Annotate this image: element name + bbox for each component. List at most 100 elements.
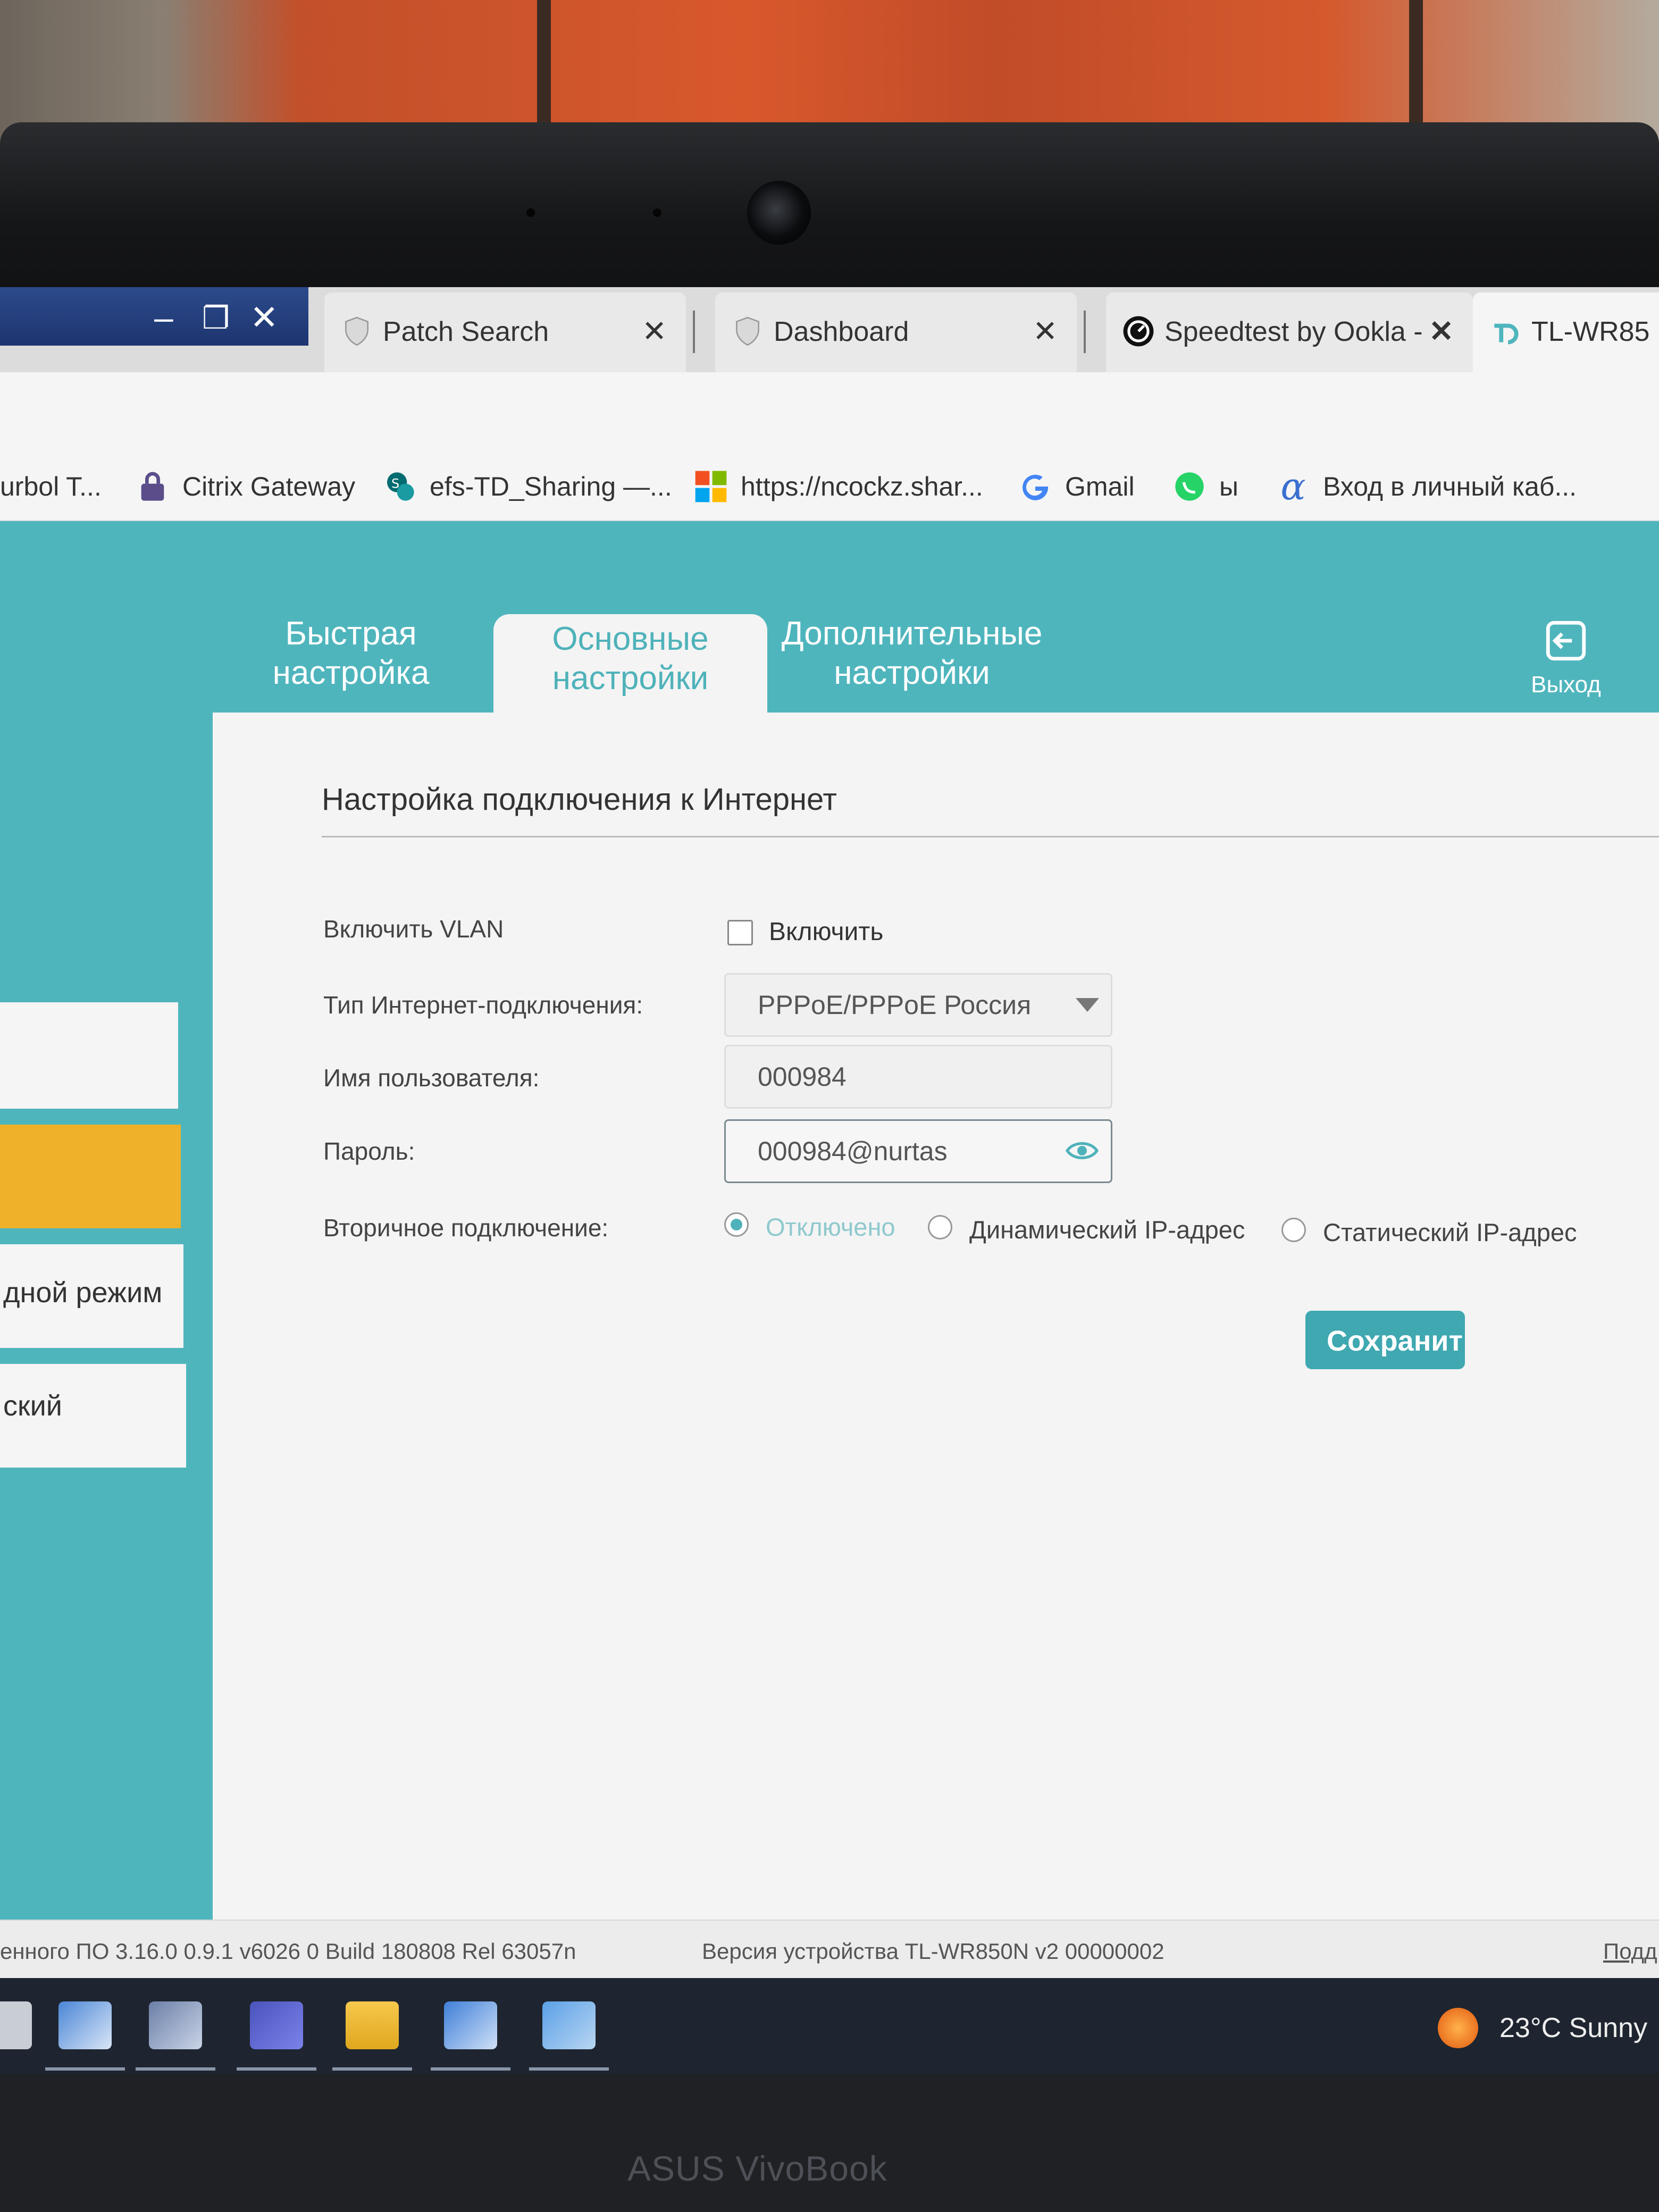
bookmark-whatsapp[interactable]: ы [1172,468,1238,505]
connection-type-select[interactable]: PPPoE/PPPoE Россия [724,973,1112,1037]
tab-basic-settings[interactable]: Основные настройки [493,614,767,713]
browser-tab-strip: – ❐ ✕ Patch Search ✕ Dashboard ✕ Speedte… [0,287,1659,372]
taskbar-active-indicator [529,2067,609,2071]
network-icon[interactable] [444,2001,497,2049]
taskbar-active-indicator [431,2067,510,2071]
sidebar-item-selected[interactable] [0,1125,181,1228]
save-button-label: Сохранит [1327,1325,1463,1357]
save-button[interactable]: Сохранит [1305,1311,1465,1369]
radio-dynamic-ip-label[interactable]: Динамический IP-адрес [969,1215,1245,1244]
taskbar-active-indicator [332,2067,412,2071]
bookmark-citrix[interactable]: Citrix Gateway [136,468,355,505]
whatsapp-icon [1175,472,1204,501]
remote-desktop-icon[interactable] [58,2001,112,2049]
connection-type-value: PPPoE/PPPoE Россия [758,990,1032,1020]
username-label: Имя пользователя: [323,1064,540,1092]
shield-icon [736,316,759,346]
tab-quick-setup[interactable]: Быстрая настройка [255,614,447,693]
tab-dashboard[interactable]: Dashboard ✕ [715,292,1077,372]
vlan-checkbox[interactable] [727,920,753,945]
folder-icon[interactable] [346,2001,399,2049]
bookmark-item[interactable]: urbol T... [0,468,102,505]
tab-title: TL-WR85 [1531,316,1650,347]
minimize-icon[interactable]: – [154,298,173,337]
app-icon[interactable] [149,2001,202,2049]
microsoft-icon [695,471,727,502]
app-icon[interactable] [542,2001,596,2049]
weather-sun-icon [1438,2008,1478,2048]
tab-close-icon[interactable]: ✕ [1429,314,1454,349]
nav-label: настройка [272,655,430,691]
screen: – ❐ ✕ Patch Search ✕ Dashboard ✕ Speedte… [0,287,1659,2074]
bookmark-label: urbol T... [0,472,102,501]
sidebar-item-parental[interactable]: ский [0,1364,186,1468]
tab-patch-search[interactable]: Patch Search ✕ [324,292,686,372]
sidebar-item-label: дной режим [3,1277,163,1309]
chevron-down-icon [1076,998,1099,1012]
radio-dynamic-ip[interactable] [928,1215,952,1239]
bookmark-label: Gmail [1065,472,1135,501]
radio-static-ip-label[interactable]: Статический IP-адрес [1323,1218,1577,1247]
webcam [747,181,811,245]
bookmark-gmail[interactable]: Gmail [1018,468,1135,505]
connection-type-label: Тип Интернет-подключения: [323,991,643,1019]
nav-label: Дополнительные [781,615,1043,652]
window-controls: – ❐ ✕ [0,287,308,346]
bookmarks-bar: urbol T... Citrix Gateway S efs-TD_Shari… [0,452,1659,521]
tab-title: Speedtest by Ookla - [1164,316,1423,347]
password-field[interactable]: 000984@nurtas [724,1119,1112,1183]
weather-readout[interactable]: 23°C Sunny [1499,2012,1647,2044]
shield-icon [345,316,368,346]
radio-disabled[interactable] [724,1212,749,1237]
address-bar-row [0,372,1659,452]
tab-separator [693,311,695,353]
eye-icon[interactable] [1065,1140,1099,1161]
svg-text:S: S [391,476,399,491]
laptop-bezel-bottom [0,2074,1659,2212]
nav-label: Основные [552,621,709,657]
vlan-checkbox-label[interactable]: Включить [769,917,883,946]
lock-icon [141,472,164,501]
secondary-connection-label: Вторичное подключение: [323,1214,609,1242]
password-value: 000984@nurtas [758,1136,948,1166]
alpha-icon: α [1280,465,1306,508]
bookmark-microsoft[interactable]: https://ncockz.shar... [694,468,983,505]
tab-speedtest[interactable]: Speedtest by Ookla - ✕ [1106,292,1473,372]
nav-label: настройки [834,655,990,691]
sidebar-item-operation-mode[interactable]: дной режим [0,1244,183,1348]
tab-advanced-settings[interactable]: Дополнительные настройки [774,614,1050,693]
teams-icon[interactable] [250,2001,303,2049]
tab-close-icon[interactable]: ✕ [642,314,667,349]
tab-title: Dashboard [774,316,909,347]
taskbar-active-indicator [136,2067,215,2071]
firmware-version: енного ПО 3.16.0 0.9.1 v6026 0 Build 180… [0,1939,576,1964]
radio-disabled-label[interactable]: Отключено [766,1212,895,1242]
exit-label: Выход [1531,672,1601,698]
start-icon[interactable] [0,2001,32,2049]
close-icon[interactable]: ✕ [250,298,279,338]
tab-close-icon[interactable]: ✕ [1033,314,1058,349]
tplink-icon [1494,323,1519,345]
device-brand-label: ASUS VivoBook [627,2149,887,2188]
router-web-ui: Быстрая настройка Основные настройки Доп… [0,521,1659,1957]
sidebar-item-label: ский [3,1390,62,1422]
sidebar-item[interactable] [0,1002,178,1109]
nav-label: Быстрая [285,615,417,652]
tab-title: Patch Search [383,316,549,347]
bookmark-label: ы [1219,472,1238,501]
bookmark-sharepoint[interactable]: S efs-TD_Sharing —... [383,468,672,505]
bookmark-cabinet[interactable]: α Вход в личный каб... [1276,465,1577,508]
sharepoint-icon: S [387,472,414,501]
device-version: Версия устройства TL-WR850N v2 00000002 [702,1939,1164,1964]
mic-dot [526,208,535,217]
speedtest-icon [1123,316,1154,347]
restore-icon[interactable]: ❐ [202,300,230,336]
password-label: Пароль: [323,1137,415,1165]
bookmark-label: efs-TD_Sharing —... [430,472,672,501]
exit-button[interactable]: Выход [1526,617,1606,698]
bookmark-label: Citrix Gateway [182,472,356,501]
username-field[interactable]: 000984 [724,1045,1112,1109]
radio-static-ip[interactable] [1281,1218,1306,1242]
support-link[interactable]: Подд [1603,1939,1657,1964]
tab-tplink-router[interactable]: TL-WR85 [1473,292,1659,372]
